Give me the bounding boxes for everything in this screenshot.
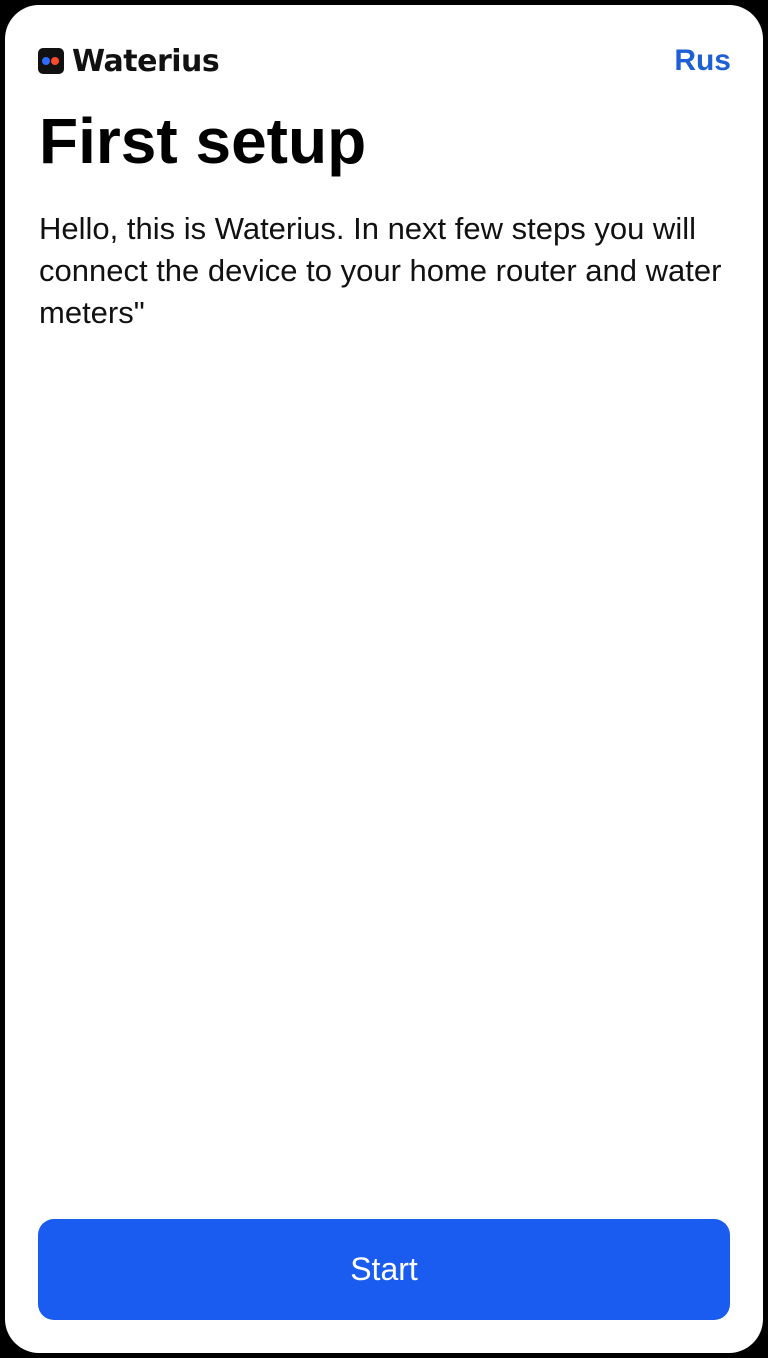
logo-dot-blue	[42, 57, 50, 65]
page-title: First setup	[39, 105, 367, 177]
setup-screen: Waterius Rus First setup Hello, this is …	[5, 5, 763, 1353]
intro-text: Hello, this is Waterius. In next few ste…	[39, 211, 722, 330]
logo-text: Waterius	[72, 43, 220, 79]
logo-dot-red	[51, 57, 59, 65]
start-button[interactable]: Start	[38, 1219, 730, 1320]
header: Waterius Rus	[38, 41, 731, 81]
waterius-logo-icon	[38, 48, 64, 74]
logo: Waterius	[38, 41, 220, 81]
language-switch-button[interactable]: Rus	[674, 41, 731, 81]
